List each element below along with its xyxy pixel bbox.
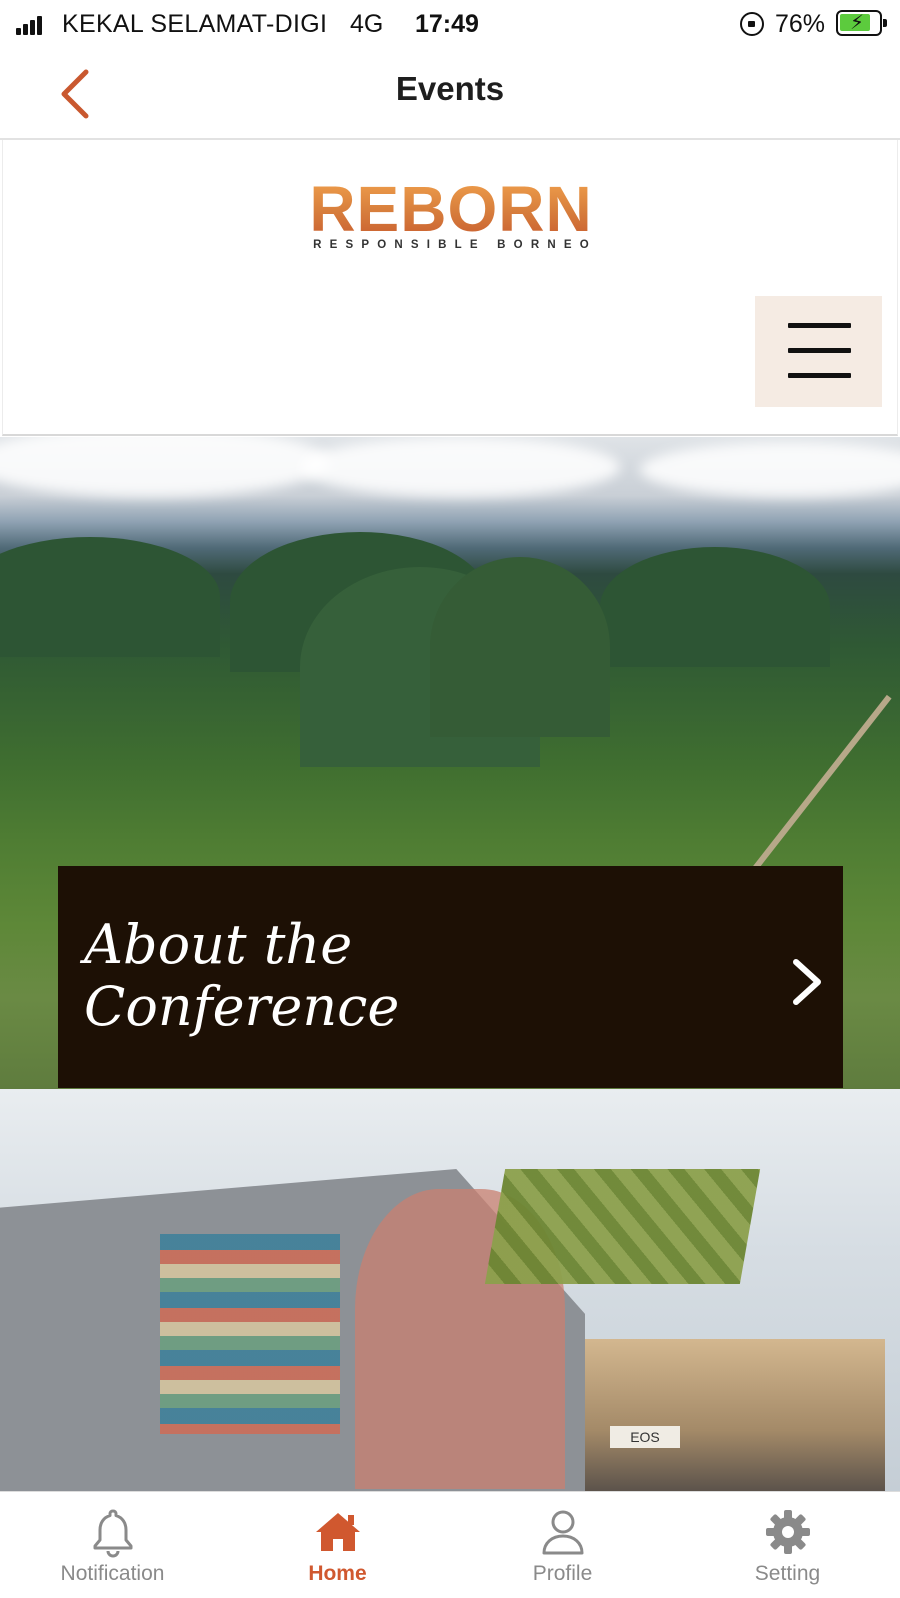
tab-profile[interactable]: Profile	[450, 1492, 675, 1598]
carrier-name: KEKAL SELAMAT-DIGI	[62, 10, 328, 38]
status-bar: KEKAL SELAMAT-DIGI 4G 17:49 76% ⚡	[0, 0, 900, 48]
gear-icon	[766, 1510, 810, 1554]
shophouses	[585, 1339, 885, 1491]
tab-label-setting: Setting	[754, 1562, 821, 1585]
about-title-line2: Conference	[84, 975, 400, 1038]
user-icon	[542, 1510, 584, 1555]
street-mural-image: EOS	[0, 1089, 900, 1491]
tab-home[interactable]: Home	[225, 1492, 450, 1598]
bell-icon	[93, 1509, 133, 1558]
signal-icon	[16, 15, 46, 35]
tab-bar: Notification Home Profile Setting	[0, 1491, 900, 1598]
tab-notification[interactable]: Notification	[0, 1492, 225, 1598]
menu-button[interactable]	[755, 296, 882, 407]
tab-label-home: Home	[308, 1562, 367, 1585]
canopy-structure	[484, 1169, 761, 1284]
tab-setting[interactable]: Setting	[675, 1492, 900, 1598]
battery-percentage: 76%	[775, 10, 826, 38]
website-header: REBORN RESPONSIBLE BORNEO	[2, 140, 898, 436]
page-title: Events	[395, 70, 505, 107]
about-conference-card[interactable]: About the Conference	[58, 866, 843, 1088]
tab-label-profile: Profile	[532, 1562, 593, 1585]
about-conference-title: About the Conference	[84, 914, 484, 1038]
shop-sign: EOS	[610, 1426, 680, 1448]
chevron-right-icon	[793, 959, 821, 1005]
mural-fabric	[160, 1234, 340, 1434]
logo-tagline: RESPONSIBLE BORNEO	[313, 239, 597, 251]
app-header: Events	[0, 48, 900, 140]
logo-wordmark: REBORN	[301, 177, 601, 241]
status-time: 17:49	[415, 10, 479, 38]
about-title-line1: About the	[84, 913, 353, 976]
tab-label-notification: Notification	[60, 1562, 165, 1585]
orientation-lock-icon	[740, 12, 764, 36]
reborn-logo[interactable]: REBORN RESPONSIBLE BORNEO	[301, 177, 601, 251]
battery-icon: ⚡	[836, 10, 887, 36]
network-type: 4G	[350, 10, 384, 38]
home-icon	[316, 1513, 360, 1551]
